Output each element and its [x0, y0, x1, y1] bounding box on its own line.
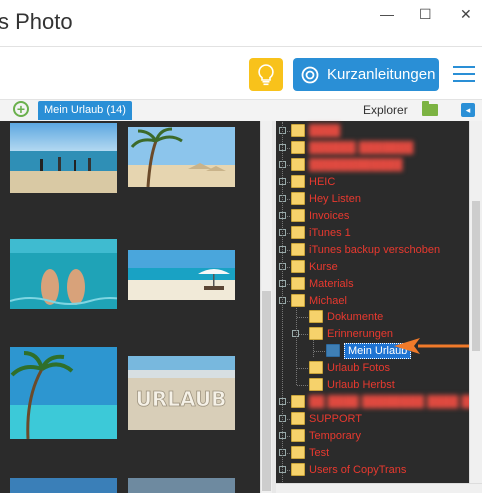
tree-folder-item[interactable]: Test — [291, 444, 329, 461]
tree-folder-label: SUPPORT — [309, 412, 362, 425]
tree-folder-label: Michael — [309, 294, 347, 307]
tree-folder-label: ██████ ███████ — [309, 141, 414, 154]
folder-open-icon — [326, 344, 340, 357]
tree-folder-label: Materials — [309, 277, 354, 290]
tree-folder-label: Users of CopyTrans — [309, 463, 407, 476]
explorer-label: Explorer — [363, 103, 408, 117]
tree-connector — [314, 351, 325, 352]
folder-icon — [291, 226, 305, 239]
folder-icon[interactable] — [422, 101, 438, 116]
quick-guides-button[interactable]: Kurzanleitungen — [293, 58, 439, 91]
minimize-button[interactable]: — — [380, 6, 394, 22]
photo-beach-people[interactable] — [10, 123, 117, 193]
tree-folder-item[interactable]: Temporary — [291, 427, 361, 444]
tree-folder-item[interactable]: ████████████ — [291, 156, 403, 173]
tree-folder-item[interactable]: Hey Listen — [291, 190, 361, 207]
tree-folder-item[interactable]: ██████ ███████ — [291, 139, 413, 156]
tree-folder-item[interactable]: Invoices — [291, 207, 349, 224]
app-title: s Photo — [0, 9, 73, 34]
folder-icon — [291, 446, 305, 459]
tree-folder-item[interactable]: Kurse — [291, 258, 338, 275]
folder-tree-scrollbar[interactable] — [469, 121, 482, 483]
svg-text:URLAUB: URLAUB — [136, 387, 227, 411]
folder-icon — [291, 277, 305, 290]
tree-folder-item[interactable]: ██ ████ ████████ ████ ███ — [291, 393, 482, 410]
folder-icon — [291, 463, 305, 476]
quick-guides-label: Kurzanleitungen — [327, 66, 436, 83]
tree-connector — [297, 317, 308, 318]
photo-palm-lagoon[interactable] — [10, 347, 117, 439]
folder-icon — [291, 260, 305, 273]
tree-folder-label: Hey Listen — [309, 192, 361, 205]
tree-folder-item[interactable]: Users of CopyTrans — [291, 461, 406, 478]
hamburger-menu-icon[interactable] — [453, 66, 475, 84]
folder-icon — [309, 378, 323, 391]
tree-folder-label: Kurse — [309, 260, 338, 273]
tree-folder-item[interactable]: Materials — [291, 275, 354, 292]
photo-partial-2[interactable] — [128, 478, 235, 493]
tree-folder-item[interactable]: Urlaub Herbst — [309, 376, 395, 393]
folder-icon — [291, 175, 305, 188]
collapse-panel-button[interactable]: ◂ — [461, 103, 475, 117]
folder-icon — [291, 294, 305, 307]
tree-folder-item[interactable]: Dokumente — [309, 308, 383, 325]
folder-icon — [291, 429, 305, 442]
tree-folder-item[interactable]: iTunes 1 — [291, 224, 351, 241]
tree-folder-label: ████████████ — [309, 158, 403, 171]
tree-guide-line — [282, 122, 283, 482]
tree-connector — [297, 368, 308, 369]
tree-folder-label: Erinnerungen — [327, 327, 394, 340]
tree-folder-label: Dokumente — [327, 310, 384, 323]
tree-folder-label: Test — [309, 446, 330, 459]
tree-folder-label: Urlaub Fotos — [327, 361, 390, 374]
tree-folder-label: Urlaub Herbst — [327, 378, 395, 391]
close-button[interactable]: ✕ — [460, 6, 472, 23]
tree-guide-line — [296, 305, 297, 385]
tips-button[interactable] — [249, 58, 283, 91]
tree-folder-label: Invoices — [309, 209, 350, 222]
tree-folder-label: Temporary — [309, 429, 361, 442]
photo-partial-1[interactable] — [10, 478, 117, 493]
tree-folder-item[interactable]: Urlaub Fotos — [309, 359, 390, 376]
photo-beach-loungers[interactable] — [128, 250, 235, 300]
tree-folder-label: ██ ████ ████████ ████ ███ — [309, 395, 482, 408]
folder-icon — [291, 395, 305, 408]
folder-icon — [291, 192, 305, 205]
folder-icon — [291, 412, 305, 425]
folder-icon — [309, 361, 323, 374]
folder-tree-hscrollbar[interactable] — [276, 483, 482, 493]
tree-folder-label: iTunes 1 — [309, 226, 351, 239]
plus-circle-icon[interactable]: + — [13, 101, 29, 117]
tree-folder-item[interactable]: Erinnerungen — [309, 325, 393, 342]
tree-folder-item[interactable]: Michael — [291, 292, 347, 309]
lifebuoy-icon — [301, 66, 319, 83]
tree-folder-item[interactable]: iTunes backup verschoben — [291, 241, 440, 258]
tree-folder-item[interactable]: ████ — [291, 122, 340, 139]
tree-folder-label: iTunes backup verschoben — [309, 243, 441, 256]
lightbulb-icon — [258, 63, 274, 85]
folder-icon — [309, 310, 323, 323]
photo-urlaub-sand[interactable]: URLAUB — [128, 356, 235, 430]
photo-grid-scrollbar[interactable] — [260, 121, 272, 493]
highlight-arrow — [394, 338, 474, 354]
folder-icon — [291, 209, 305, 222]
tree-folder-label: ████ — [309, 124, 341, 137]
folder-icon — [309, 327, 323, 340]
folder-icon — [291, 124, 305, 137]
folder-icon — [291, 141, 305, 154]
tree-folder-item[interactable]: HEIC — [291, 173, 335, 190]
photo-palm-umbrellas[interactable] — [128, 127, 235, 187]
tree-folder-label: HEIC — [309, 175, 336, 188]
tree-folder-item[interactable]: SUPPORT — [291, 410, 362, 427]
maximize-button[interactable]: ☐ — [419, 6, 432, 23]
folder-icon — [291, 243, 305, 256]
tab-mein-urlaub[interactable]: Mein Urlaub (14) — [38, 101, 132, 120]
folder-icon — [291, 158, 305, 171]
tree-connector — [297, 385, 308, 386]
photo-feet-water[interactable] — [10, 239, 117, 309]
